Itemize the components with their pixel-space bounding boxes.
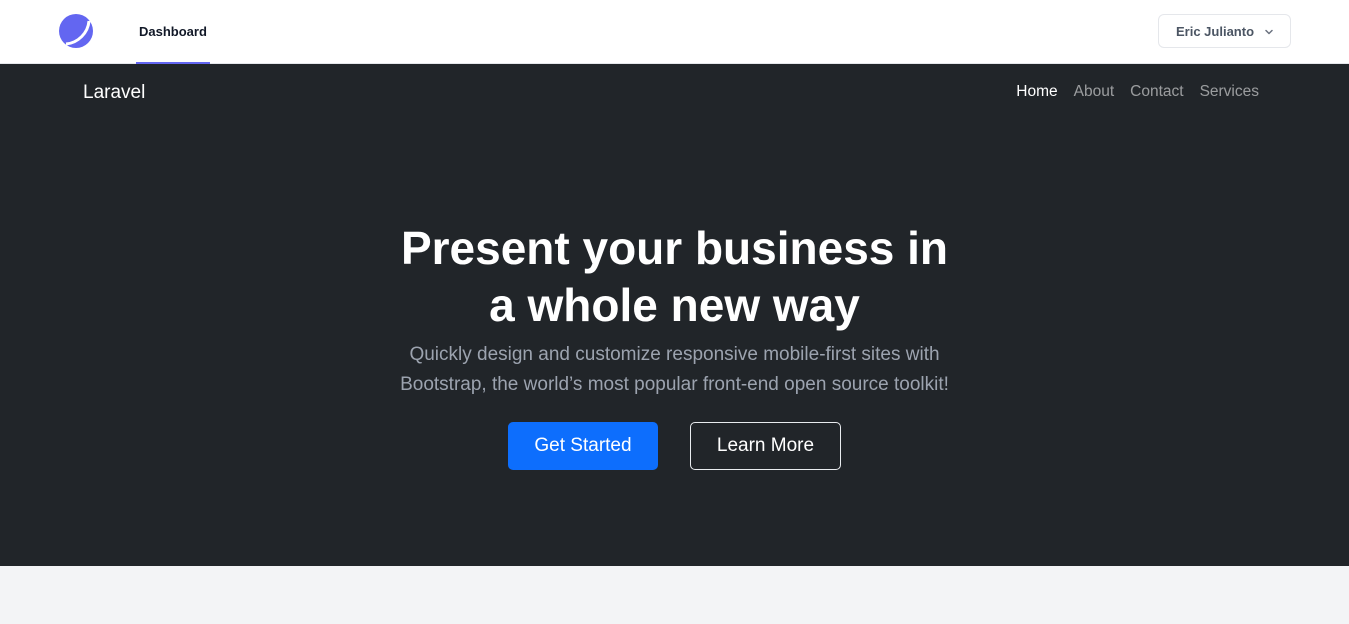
nav-services-link[interactable]: Services	[1200, 83, 1259, 101]
learn-more-button[interactable]: Learn More	[690, 422, 841, 470]
nav-contact-link[interactable]: Contact	[1130, 83, 1183, 101]
app-logo-icon[interactable]	[58, 13, 96, 51]
hero-subtext-line2: Bootstrap, the world’s most popular fron…	[400, 374, 949, 395]
hero-section: Laravel Home About Contact Services Pres…	[0, 64, 1349, 566]
hero-subtext-line1: Quickly design and customize responsive …	[409, 344, 940, 365]
nav-about-link[interactable]: About	[1074, 83, 1115, 101]
get-started-button[interactable]: Get Started	[508, 422, 658, 470]
hero-headline-line2: a whole new way	[489, 279, 860, 331]
app-topbar: Dashboard Eric Julianto	[0, 0, 1349, 64]
site-nav: Home About Contact Services	[1016, 83, 1259, 101]
hero-headline: Present your business in a whole new way	[0, 220, 1349, 334]
site-brand-link[interactable]: Laravel	[83, 82, 145, 104]
hero-subtext: Quickly design and customize responsive …	[0, 340, 1349, 400]
nav-dashboard-label: Dashboard	[139, 23, 207, 39]
user-name: Eric Julianto	[1176, 23, 1255, 39]
hero-headline-line1: Present your business in	[400, 222, 949, 274]
nav-home-link[interactable]: Home	[1016, 83, 1057, 101]
user-menu-dropdown[interactable]: Eric Julianto	[1158, 14, 1291, 48]
nav-dashboard-link[interactable]: Dashboard	[136, 0, 210, 64]
chevron-down-icon	[1265, 29, 1273, 35]
